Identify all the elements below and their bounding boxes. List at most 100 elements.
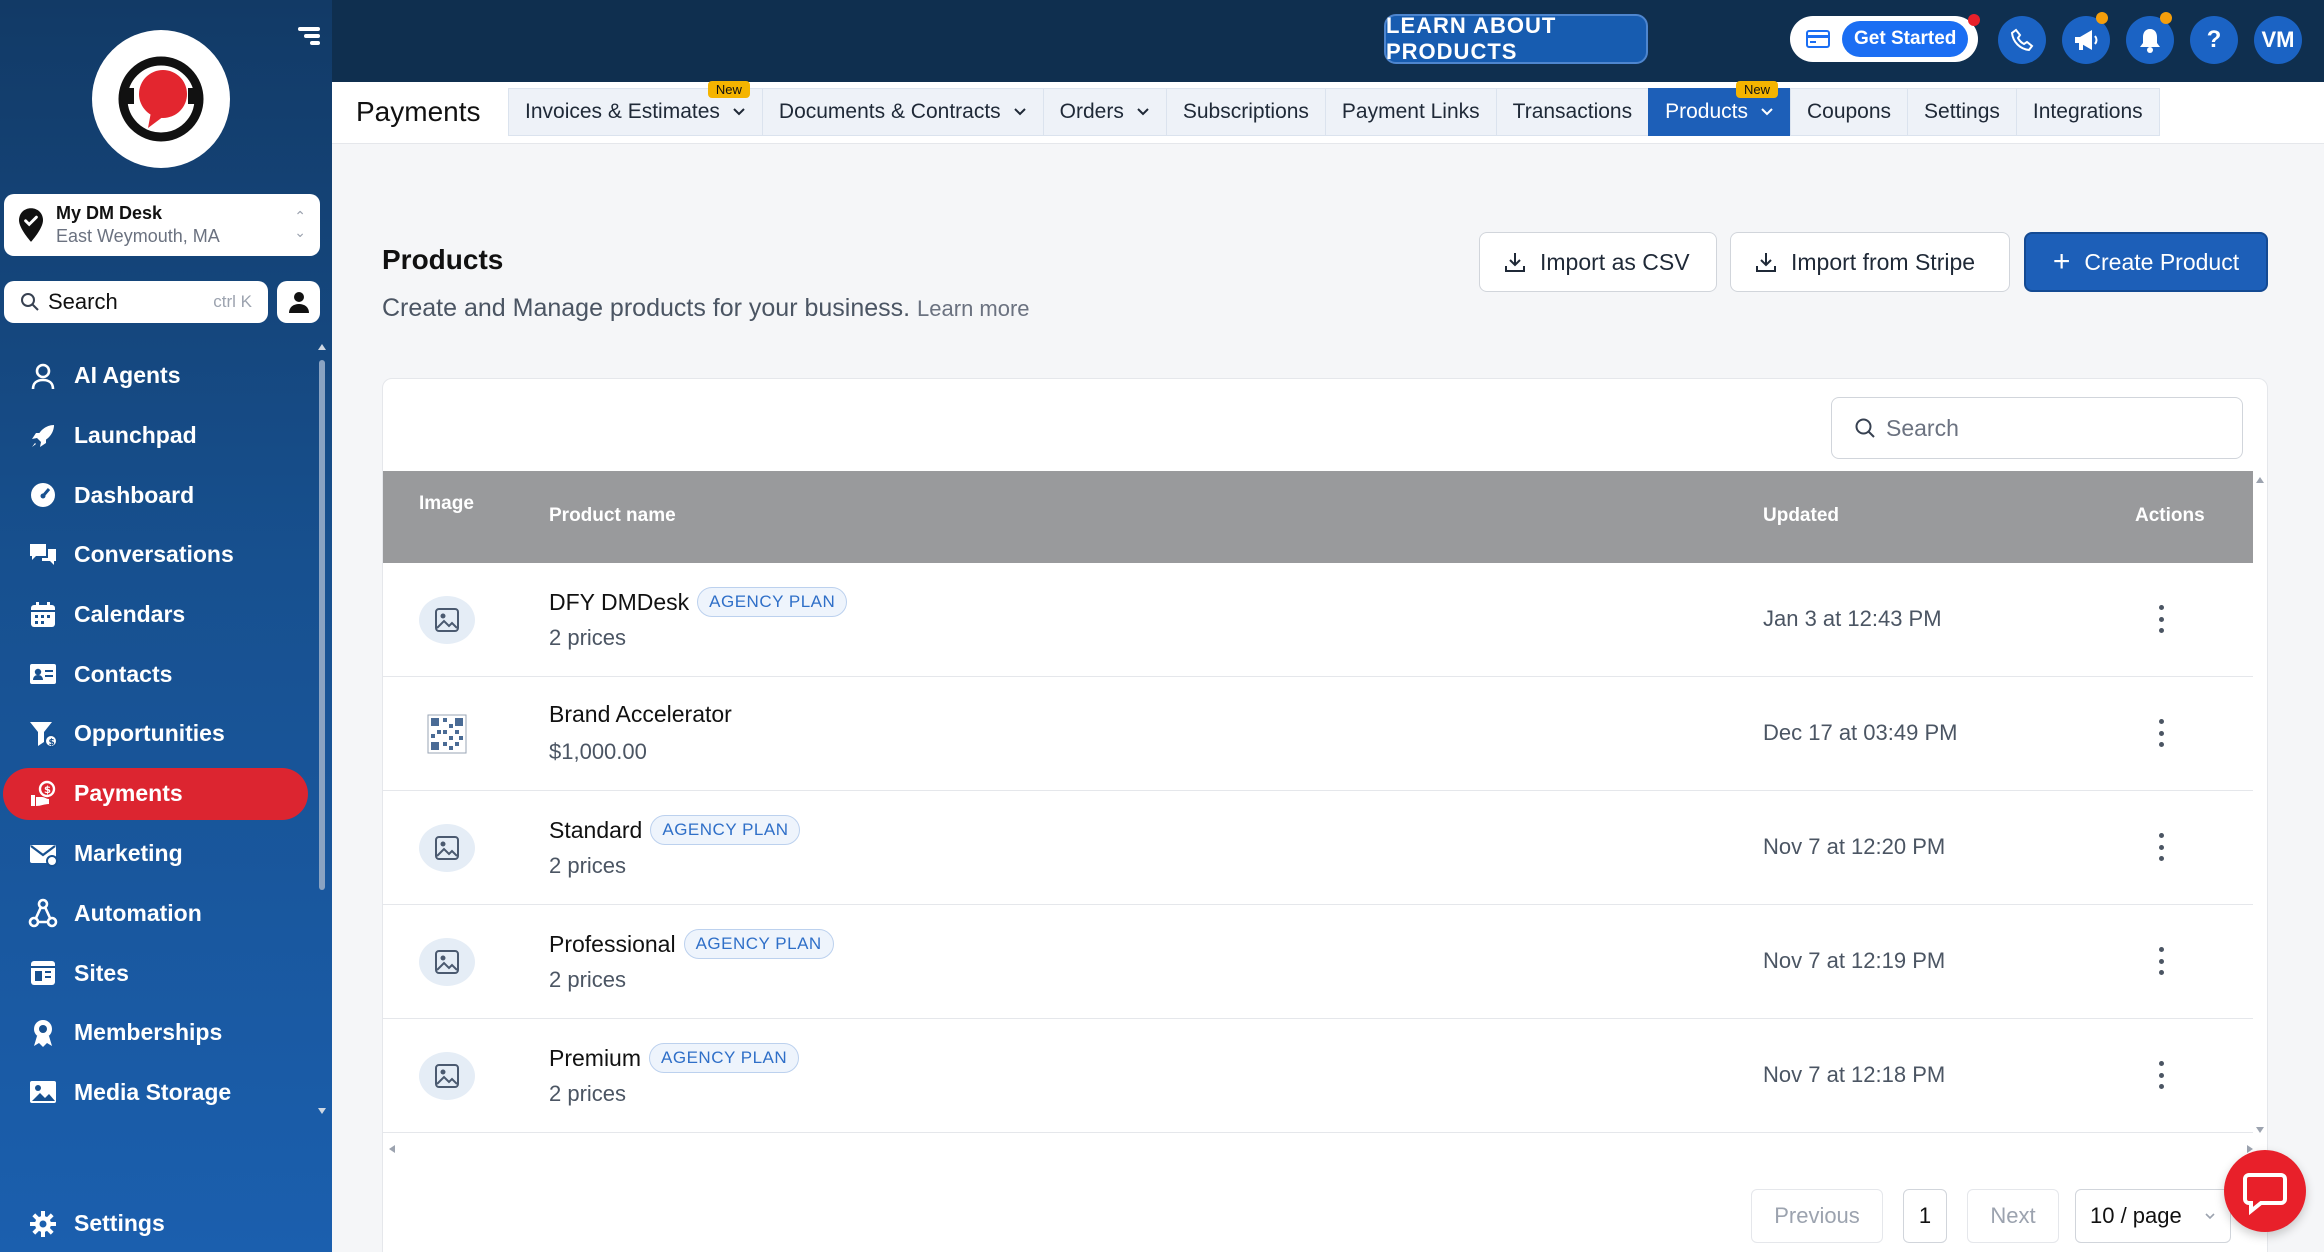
products-page: Products Create and Manage products for … [332, 144, 2324, 1252]
top-bar: LEARN ABOUT PRODUCTS Get Started ? VM [332, 0, 2324, 82]
user-profile-button[interactable] [277, 281, 320, 323]
download-icon [1505, 253, 1525, 272]
sidebar-item-label: Opportunities [74, 720, 225, 747]
search-placeholder: Search [1886, 414, 1959, 441]
import-csv-button[interactable]: Import as CSV [1479, 232, 1717, 292]
product-updated: Nov 7 at 12:18 PM [1763, 1062, 1946, 1087]
product-price-info: 2 prices [549, 967, 627, 992]
more-actions-icon[interactable] [2149, 715, 2173, 751]
table-row[interactable]: Professional AGENCY PLAN 2 prices Nov 7 … [383, 905, 2253, 1019]
chat-bubbles-icon [30, 543, 56, 565]
sidebar-item-settings[interactable]: Settings [0, 1194, 316, 1252]
sidebar-item-payments[interactable]: $ Payments [3, 767, 308, 820]
import-stripe-label: Import from Stripe [1791, 248, 1976, 275]
column-header-updated[interactable]: Updated [1763, 505, 1839, 527]
sidebar-item-media-storage[interactable]: Media Storage [0, 1063, 316, 1123]
more-actions-icon[interactable] [2149, 829, 2173, 865]
payments-subnav: Payments Invoices & Estimates New Docume… [332, 81, 2324, 144]
tab-bar: Invoices & Estimates New Documents & Con… [508, 81, 2160, 136]
avatar[interactable]: VM [2254, 16, 2302, 64]
get-started-button[interactable]: Get Started [1790, 14, 1980, 62]
tab-subscriptions[interactable]: Subscriptions [1165, 88, 1326, 136]
notifications-button[interactable] [2126, 12, 2174, 64]
table-vertical-scrollbar[interactable] [2255, 477, 2265, 1133]
product-name-text: Standard [549, 816, 643, 843]
tab-coupons[interactable]: Coupons [1789, 88, 1909, 136]
tab-label: Transactions [1512, 100, 1633, 123]
collapse-menu-icon[interactable] [292, 24, 320, 52]
table-row[interactable]: Brand Accelerator $1,000.00 Dec 17 at 03… [383, 677, 2253, 791]
sidebar-item-dashboard[interactable]: Dashboard [0, 465, 316, 525]
more-actions-icon[interactable] [2149, 943, 2173, 979]
sidebar-item-memberships[interactable]: Memberships [0, 1003, 316, 1063]
chevron-down-icon [2205, 1213, 2215, 1220]
page-size-select[interactable]: 10 / page [2075, 1189, 2231, 1243]
notification-dot [2096, 12, 2108, 24]
tab-label: Invoices & Estimates [525, 100, 720, 123]
product-name-text: DFY DMDesk [549, 588, 690, 615]
import-csv-label: Import as CSV [1540, 248, 1690, 275]
page-number-button[interactable]: 1 [1903, 1189, 1947, 1243]
tab-products[interactable]: Products New [1648, 81, 1791, 136]
scrollbar-thumb[interactable] [319, 360, 325, 890]
table-row[interactable]: Standard AGENCY PLAN 2 prices Nov 7 at 1… [383, 791, 2253, 905]
previous-page-button[interactable]: Previous [1751, 1189, 1883, 1243]
sidebar-item-ai-agents[interactable]: AI Agents [0, 346, 316, 406]
table-row[interactable]: DFY DMDesk AGENCY PLAN 2 prices Jan 3 at… [383, 563, 2253, 677]
table-row[interactable]: Premium AGENCY PLAN 2 prices Nov 7 at 12… [383, 1019, 2253, 1133]
brand-logo [92, 30, 230, 168]
sidebar-item-marketing[interactable]: Marketing [0, 824, 316, 884]
sidebar-item-label: Dashboard [74, 481, 195, 508]
chat-widget-button[interactable] [2224, 1150, 2306, 1232]
chat-icon [2243, 1173, 2287, 1215]
sidebar-item-calendars[interactable]: Calendars [0, 585, 316, 645]
column-header-product-name[interactable]: Product name [549, 505, 676, 527]
sidebar-item-sites[interactable]: Sites [0, 943, 316, 1003]
product-price-info: 2 prices [549, 853, 627, 878]
create-product-button[interactable]: + Create Product [2024, 232, 2268, 292]
tab-settings[interactable]: Settings [1907, 88, 2017, 136]
announcements-button[interactable] [2062, 12, 2110, 64]
table-horizontal-scrollbar[interactable] [389, 1145, 2253, 1153]
product-search-input[interactable]: Search [1831, 397, 2243, 459]
product-name[interactable]: DFY DMDesk AGENCY PLAN [549, 587, 848, 617]
sidebar-search[interactable]: Search ctrl K [4, 281, 268, 323]
sidebar-item-opportunities[interactable]: $ Opportunities [0, 704, 316, 764]
tab-orders[interactable]: Orders [1042, 88, 1167, 136]
tab-label: Coupons [1806, 100, 1892, 123]
chevron-down-icon [1137, 108, 1149, 116]
product-name[interactable]: Standard AGENCY PLAN [549, 815, 801, 845]
tab-documents-contracts[interactable]: Documents & Contracts [761, 88, 1044, 136]
sidebar-item-automation[interactable]: Automation [0, 884, 316, 944]
product-updated: Dec 17 at 03:49 PM [1763, 720, 1958, 745]
help-button[interactable]: ? [2190, 16, 2238, 64]
more-actions-icon[interactable] [2149, 601, 2173, 637]
learn-about-products-button[interactable]: LEARN ABOUT PRODUCTS [1384, 13, 1648, 64]
product-name[interactable]: Professional AGENCY PLAN [549, 929, 834, 959]
sidebar-item-label: Payments [74, 780, 183, 807]
location-switcher[interactable]: My DM Desk East Weymouth, MA ⌃ ⌄ [4, 194, 320, 256]
product-name[interactable]: Brand Accelerator [549, 701, 732, 728]
product-image-placeholder-icon [419, 938, 475, 986]
next-page-button[interactable]: Next [1967, 1189, 2059, 1243]
phone-button[interactable] [1998, 16, 2046, 64]
location-name: My DM Desk [56, 203, 163, 223]
tab-integrations[interactable]: Integrations [2015, 88, 2160, 136]
sidebar-item-contacts[interactable]: Contacts [0, 644, 316, 704]
product-name-text: Professional [549, 930, 676, 957]
learn-more-link[interactable]: Learn more [917, 296, 1030, 321]
import-stripe-button[interactable]: Import from Stripe [1730, 232, 2010, 292]
tab-invoices-estimates[interactable]: Invoices & Estimates New [508, 81, 763, 136]
tab-label: Integrations [2032, 100, 2143, 123]
sidebar-item-conversations[interactable]: Conversations [0, 525, 316, 585]
tab-payment-links[interactable]: Payment Links [1324, 88, 1497, 136]
product-name[interactable]: Premium AGENCY PLAN [549, 1043, 800, 1073]
more-actions-icon[interactable] [2149, 1057, 2173, 1093]
notification-dot [2160, 12, 2172, 24]
chevron-updown-icon: ⌃ ⌄ [294, 208, 306, 240]
sidebar-scrollbar[interactable] [318, 344, 326, 1114]
tab-transactions[interactable]: Transactions [1495, 88, 1650, 136]
plus-icon: + [2052, 245, 2071, 278]
product-updated: Jan 3 at 12:43 PM [1763, 606, 1942, 631]
sidebar-item-launchpad[interactable]: Launchpad [0, 406, 316, 466]
